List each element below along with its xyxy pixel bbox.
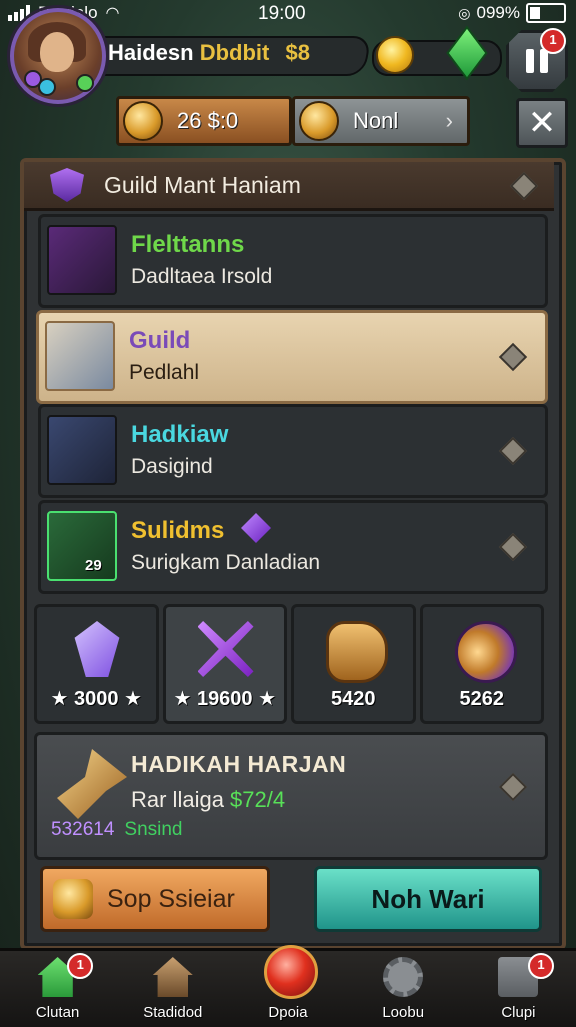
gold-balance-pill[interactable]: 26 $:0 bbox=[116, 96, 292, 146]
diamond-icon bbox=[498, 532, 528, 562]
secondary-currency-pill[interactable]: Nonl › bbox=[292, 96, 470, 146]
sparkle-gem-icon bbox=[241, 513, 271, 543]
spear-icon: 29 bbox=[47, 511, 117, 581]
featured-price: $72/4 bbox=[230, 787, 286, 812]
dagger-icon bbox=[47, 225, 117, 295]
row-title: Flelttanns bbox=[131, 231, 245, 258]
row-subtitle: Dasigind bbox=[131, 455, 213, 478]
featured-card[interactable]: HADIKAH HARJAN Rar llaiga $72/4 532614 Sn… bbox=[34, 732, 548, 860]
secondary-currency-label: Nonl bbox=[353, 108, 399, 133]
gear-icon bbox=[383, 957, 424, 997]
item-slot[interactable]: ★ 19600 ★ bbox=[162, 604, 287, 724]
diamond-icon bbox=[498, 342, 528, 372]
shop-button[interactable]: Sop Ssieiar bbox=[40, 866, 270, 932]
bronze-coin-icon bbox=[299, 101, 339, 141]
wifi-icon: ◠ bbox=[105, 5, 120, 22]
close-button[interactable]: ✕ bbox=[516, 98, 568, 148]
featured-subtitle: Rar llaiga $72/4 bbox=[131, 787, 285, 813]
item-count-badge: 29 bbox=[85, 557, 102, 574]
gold-coin-icon bbox=[123, 101, 163, 141]
guild-shield-icon bbox=[50, 168, 84, 202]
featured-status: Snsind bbox=[124, 819, 183, 840]
item-slot[interactable]: 5262 bbox=[419, 604, 544, 724]
item-value: ★ 19600 ★ bbox=[173, 688, 277, 710]
guild-house-icon bbox=[152, 957, 193, 997]
crystal-icon bbox=[74, 621, 120, 677]
tab-label: Loobu bbox=[382, 1004, 425, 1021]
orb-icon bbox=[264, 945, 318, 999]
battery-label: 099% bbox=[476, 3, 520, 22]
player-avatar[interactable] bbox=[10, 8, 106, 104]
mace-icon bbox=[57, 749, 127, 819]
row-subtitle: Surigkam Danladian bbox=[131, 551, 321, 574]
confirm-button-label: Noh Wari bbox=[371, 883, 485, 914]
bottom-nav: 1 Clutan Stadidod Dpoia Loobu 1 Clupi bbox=[0, 945, 576, 1027]
tab-label: Dpoia bbox=[268, 1004, 308, 1021]
list-item[interactable]: Flelttanns Dadltaea Irsold bbox=[38, 214, 548, 308]
item-grid: ★ 3000 ★ ★ 19600 ★ 5420 5262 bbox=[34, 604, 544, 724]
item-value: ★ 3000 ★ bbox=[50, 688, 142, 710]
tab-label: Clutan bbox=[35, 1004, 80, 1021]
item-slot[interactable]: 5420 bbox=[291, 604, 416, 724]
list-item[interactable]: Guild Pedlahl bbox=[36, 310, 548, 404]
coin-icon bbox=[376, 36, 414, 74]
cannon-icon bbox=[454, 621, 517, 683]
status-right: ◎ 099% bbox=[458, 3, 566, 23]
player-name: Haidesn bbox=[108, 40, 194, 65]
item-slot[interactable]: ★ 3000 ★ bbox=[34, 604, 159, 724]
diamond-icon bbox=[498, 436, 528, 466]
panel-title: Guild Mant Haniam bbox=[104, 172, 301, 198]
pause-badge: 1 bbox=[540, 28, 566, 54]
featured-sub-prefix: Rar llaiga bbox=[131, 787, 231, 812]
item-value: 5420 bbox=[331, 688, 376, 710]
rank-gem-icon bbox=[38, 78, 56, 96]
tab-label: Clupi bbox=[501, 1004, 536, 1021]
featured-footer: 532614 Snsind bbox=[51, 819, 183, 841]
player-guild: Dbdbit bbox=[199, 40, 270, 65]
tab-loobu[interactable]: Loobu bbox=[346, 951, 461, 1027]
shop-button-label: Sop Ssieiar bbox=[107, 884, 235, 913]
panel-header: Guild Mant Haniam bbox=[24, 162, 554, 211]
axe-icon bbox=[45, 321, 115, 391]
crossed-blades-icon bbox=[197, 621, 254, 677]
tab-label: Stadidod bbox=[143, 1004, 203, 1021]
tab-clupi[interactable]: 1 Clupi bbox=[461, 951, 576, 1027]
featured-number: 532614 bbox=[51, 819, 115, 840]
list-item[interactable]: Hadkiaw Dasigind bbox=[38, 404, 548, 498]
tab-badge: 1 bbox=[528, 953, 555, 979]
player-amount: $8 bbox=[285, 40, 310, 65]
row-title: Guild bbox=[129, 327, 191, 354]
diamond-icon[interactable] bbox=[509, 171, 539, 201]
battery-icon bbox=[526, 3, 566, 23]
sword-icon bbox=[47, 415, 117, 485]
row-title: Hadkiaw bbox=[131, 421, 229, 448]
row-subtitle: Dadltaea Irsold bbox=[131, 265, 273, 288]
row-title: Sulidms bbox=[131, 517, 225, 544]
avatar-face bbox=[40, 32, 74, 72]
confirm-button[interactable]: Noh Wari bbox=[314, 866, 542, 932]
barrel-icon bbox=[326, 621, 388, 683]
diamond-icon bbox=[498, 772, 528, 802]
bonus-gem-icon bbox=[76, 74, 94, 92]
item-value: 5262 bbox=[459, 688, 505, 710]
tab-dpoia[interactable]: Dpoia bbox=[230, 945, 345, 1027]
tab-badge: 1 bbox=[67, 953, 94, 979]
tab-stadidod[interactable]: Stadidod bbox=[115, 951, 230, 1027]
chevron-right-icon: › bbox=[445, 108, 453, 133]
clock: 19:00 bbox=[258, 3, 306, 24]
player-name-text: Haidesn Dbdbit $8 bbox=[108, 40, 310, 66]
coin-bag-icon bbox=[53, 879, 93, 919]
list-item[interactable]: 29 Sulidms Surigkam Danladian bbox=[38, 500, 548, 594]
featured-title: HADIKAH HARJAN bbox=[131, 751, 347, 777]
gold-balance: 26 $:0 bbox=[177, 108, 239, 133]
location-icon: ◎ bbox=[458, 4, 471, 21]
row-subtitle: Pedlahl bbox=[129, 361, 200, 384]
tab-clutan[interactable]: 1 Clutan bbox=[0, 951, 115, 1027]
